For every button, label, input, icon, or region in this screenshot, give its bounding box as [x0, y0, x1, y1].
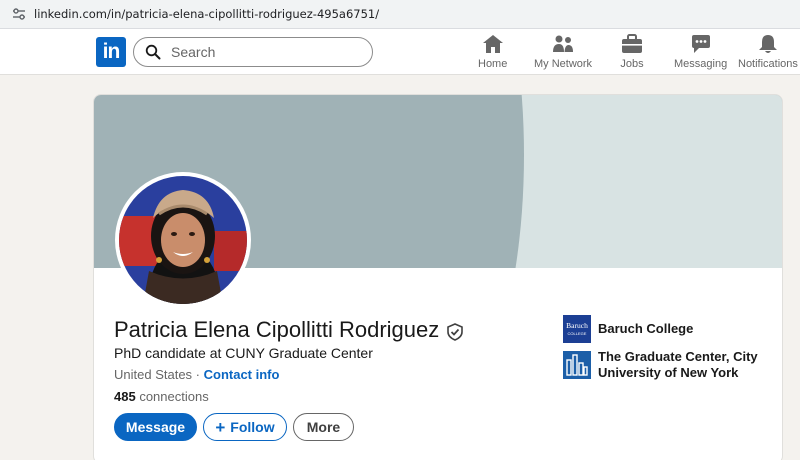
nav-my-network[interactable]: My Network — [534, 33, 592, 73]
org-name-line2: University of New York — [598, 365, 739, 380]
profile-name-row: Patricia Elena Cipollitti Rodriguez — [114, 317, 464, 343]
more-button-label: More — [306, 419, 341, 435]
nav-label: Notifications — [738, 58, 798, 70]
baruch-logo-sub: COLLEGE — [568, 331, 587, 336]
nav-home[interactable]: Home — [478, 33, 507, 73]
briefcase-icon — [620, 33, 644, 55]
follow-button-label: Follow — [230, 419, 275, 435]
top-navigation: in Home My Network Jobs Messaging N — [0, 29, 800, 75]
nav-jobs[interactable]: Jobs — [620, 33, 644, 73]
site-settings-icon[interactable] — [10, 5, 28, 23]
profile-photo[interactable] — [115, 172, 251, 308]
nav-notifications[interactable]: Notifications — [738, 33, 798, 73]
verified-shield-icon[interactable] — [446, 321, 464, 341]
plus-icon: + — [215, 417, 226, 437]
separator-dot: · — [192, 367, 204, 382]
contact-info-link[interactable]: Contact info — [204, 367, 280, 382]
follow-button[interactable]: + Follow — [203, 413, 287, 441]
network-icon — [551, 33, 575, 55]
linkedin-logo[interactable]: in — [96, 37, 126, 67]
org-graduate-center[interactable]: The Graduate Center, City University of … — [563, 349, 758, 381]
home-icon — [481, 33, 505, 55]
org-name-line1: The Graduate Center, City — [598, 349, 758, 364]
nav-label: Messaging — [674, 58, 728, 70]
connections-label: connections — [135, 389, 209, 404]
org-name: Baruch College — [598, 321, 694, 336]
baruch-college-logo: Baruch COLLEGE — [563, 315, 591, 343]
browser-address-bar[interactable]: linkedin.com/in/patricia-elena-cipollitt… — [0, 0, 800, 29]
nav-label: Home — [478, 58, 508, 70]
connections-count: 485 — [114, 389, 136, 404]
profile-location: United States — [114, 367, 193, 382]
profile-headline: PhD candidate at CUNY Graduate Center — [114, 345, 373, 361]
profile-name: Patricia Elena Cipollitti Rodriguez — [114, 317, 440, 342]
more-button[interactable]: More — [293, 413, 354, 441]
profile-location-row: United States · Contact info — [114, 367, 279, 382]
search-bar[interactable] — [133, 37, 373, 67]
bell-icon — [756, 33, 780, 55]
nav-label: My Network — [534, 58, 593, 70]
baruch-logo-word: Baruch — [566, 321, 588, 330]
graduate-center-logo — [563, 351, 591, 379]
search-input[interactable] — [171, 44, 361, 60]
search-icon — [145, 44, 161, 60]
org-name: The Graduate Center, City University of … — [598, 349, 758, 381]
message-button-label: Message — [125, 419, 186, 435]
chat-icon — [689, 33, 713, 55]
nav-messaging[interactable]: Messaging — [674, 33, 727, 73]
url-text[interactable]: linkedin.com/in/patricia-elena-cipollitt… — [34, 7, 379, 21]
connections-row[interactable]: 485 connections — [114, 389, 209, 404]
message-button[interactable]: Message — [114, 413, 197, 441]
banner-arc-dark — [309, 95, 524, 268]
nav-label: Jobs — [620, 58, 644, 70]
org-baruch-college[interactable]: Baruch COLLEGE Baruch College — [563, 315, 693, 343]
profile-card: Patricia Elena Cipollitti Rodriguez PhD … — [93, 94, 783, 460]
